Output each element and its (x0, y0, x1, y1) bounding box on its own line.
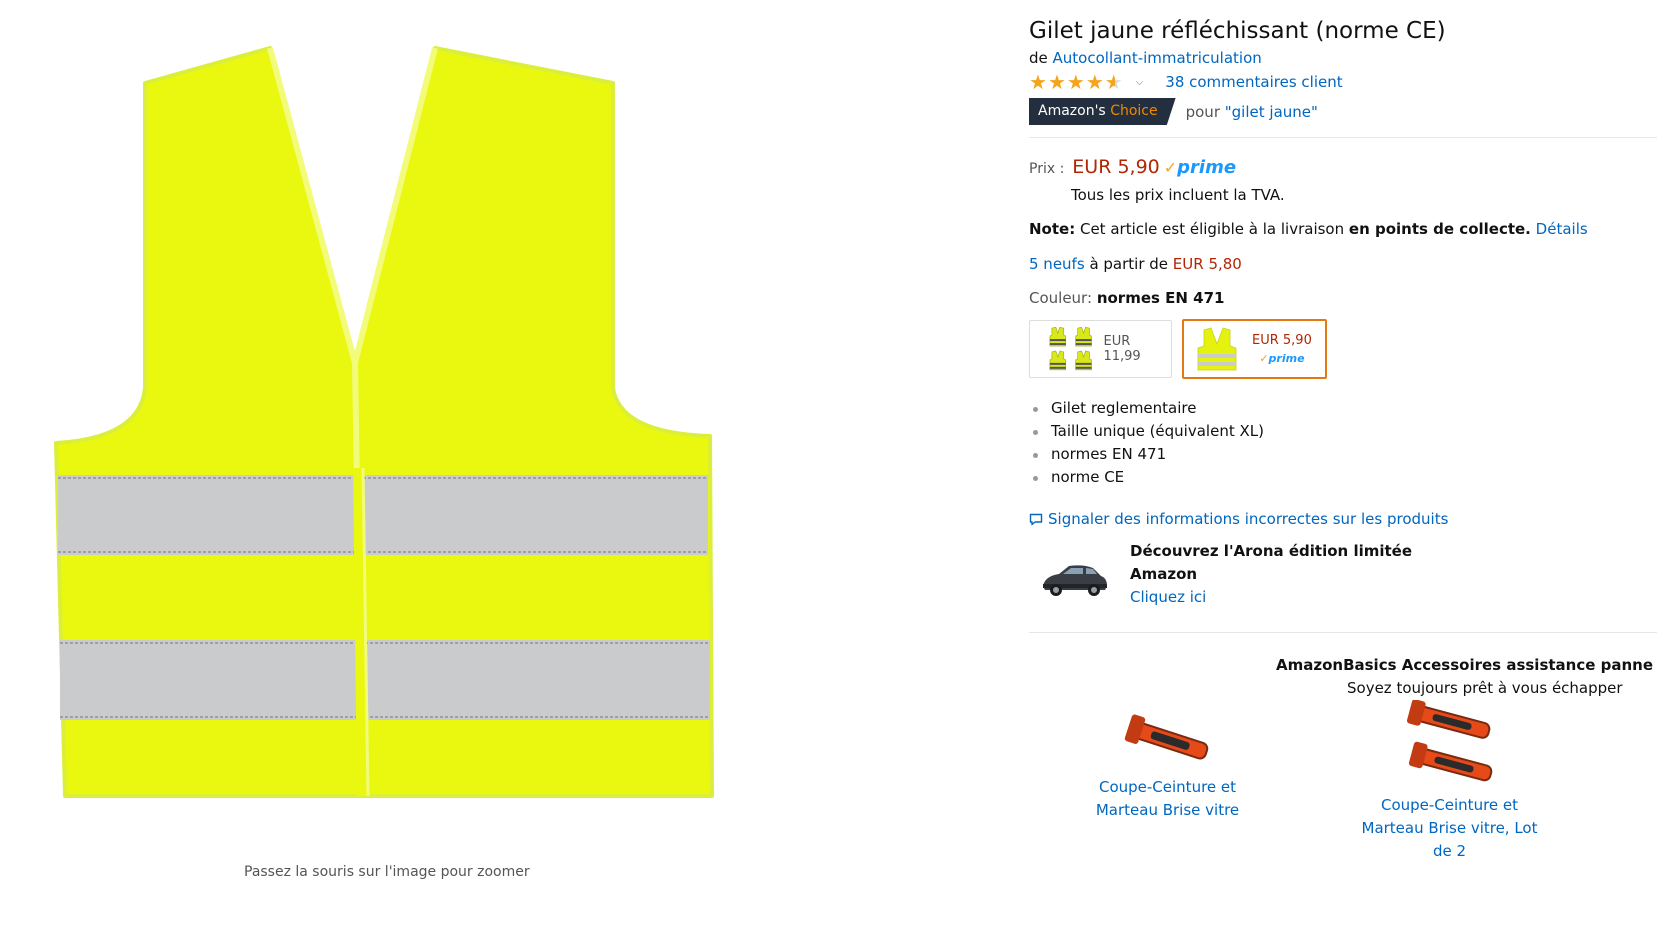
report-incorrect-info-link[interactable]: Signaler des informations incorrectes su… (1048, 510, 1448, 528)
zoom-hint: Passez la souris sur l'image pour zoomer (244, 864, 530, 880)
promo-link-line[interactable]: de 2 (1433, 842, 1466, 860)
star-icon: ★ (1066, 70, 1085, 94)
offers-line: 5 neufs à partir de EUR 5,80 (1029, 255, 1242, 273)
note-text: Cet article est éligible à la livraison (1079, 220, 1345, 238)
report-link-row[interactable]: Signaler des informations incorrectes su… (1029, 510, 1448, 528)
note-bold: en points de collecte. (1348, 220, 1531, 238)
price-value: EUR 5,90 (1072, 156, 1160, 178)
star-icon: ★ (1085, 70, 1104, 94)
choice-for-text: pour "gilet jaune" (1186, 103, 1318, 121)
swatch-price: EUR 11,99 (1103, 334, 1141, 364)
prime-check-icon: ✓ (1259, 352, 1269, 365)
promo-link-line[interactable]: Coupe-Ceinture et (1099, 778, 1236, 796)
swatch-price-block: EUR 5,90 ✓prime (1252, 333, 1312, 365)
swatch-prime-logo: ✓prime (1259, 352, 1304, 365)
divider (1029, 137, 1657, 138)
vest-pack-thumbnail (1049, 326, 1092, 371)
prime-logo[interactable]: prime (1177, 157, 1236, 178)
divider (1029, 632, 1657, 633)
tax-note: Tous les prix incluent la TVA. (1071, 186, 1285, 204)
promo-subtitle: Soyez toujours prêt à vous échapper (1347, 679, 1623, 697)
promo-title: AmazonBasics Accessoires assistance pann… (1276, 656, 1657, 674)
chevron-down-icon[interactable]: ⌵ (1136, 77, 1144, 88)
product-title: Gilet jaune réfléchissant (norme CE) (1029, 18, 1446, 44)
ad-sponsor: Amazon (1130, 565, 1198, 583)
rating-row: ★ ★ ★ ★ ★ ⌵ 38 commentaires client (1029, 72, 1343, 92)
price-row: Prix : EUR 5,90 ✓ prime (1029, 156, 1236, 178)
variation-row: Couleur: normes EN 471 (1029, 289, 1224, 307)
brand-line: de Autocollant-immatriculation (1029, 49, 1262, 67)
star-rating[interactable]: ★ ★ ★ ★ ★ (1029, 72, 1124, 92)
details-link[interactable]: Détails (1536, 220, 1588, 238)
car-thumbnail (1043, 565, 1107, 596)
feature-bullet: Gilet reglementaire (1029, 397, 1264, 420)
promo-link-line[interactable]: Marteau Brise vitre, Lot (1362, 819, 1538, 837)
promo-link-line[interactable]: Coupe-Ceinture et (1381, 796, 1518, 814)
amazons-choice-badge: Amazon's Choice (1029, 98, 1176, 125)
comment-icon (1029, 513, 1043, 525)
brand-prefix: de (1029, 49, 1048, 67)
delivery-note: Note: Cet article est éligible à la livr… (1029, 220, 1588, 238)
promo-product-card[interactable]: Coupe-Ceinture et Marteau Brise vitre, L… (1352, 700, 1547, 863)
feature-bullet: Taille unique (équivalent XL) (1029, 420, 1264, 443)
ad-title: Découvrez l'Arona édition limitée (1130, 542, 1413, 560)
emergency-hammer-image (1124, 714, 1208, 760)
swatch-prime-word: prime (1268, 352, 1305, 365)
promo-product-card[interactable]: Coupe-Ceinture et Marteau Brise vitre (1080, 712, 1255, 822)
badge-main-text: Amazon's (1038, 103, 1106, 119)
note-label: Note: (1029, 220, 1076, 238)
swatch-price: EUR 5,90 (1252, 333, 1312, 348)
price-label: Prix : (1029, 161, 1065, 177)
brand-link[interactable]: Autocollant-immatriculation (1053, 49, 1262, 67)
choice-term-link[interactable]: "gilet jaune" (1225, 103, 1318, 121)
product-image-area: Passez la souris sur l'image pour zoomer (0, 0, 830, 932)
variation-value: normes EN 471 (1096, 289, 1225, 307)
variation-swatch[interactable]: EUR 11,99 (1029, 320, 1172, 378)
feature-bullet: norme CE (1029, 466, 1264, 489)
offers-price: EUR 5,80 (1172, 255, 1242, 273)
star-icon: ★ (1029, 70, 1047, 94)
reviews-link[interactable]: 38 commentaires client (1165, 73, 1342, 91)
new-offers-link[interactable]: 5 neufs (1029, 255, 1085, 273)
choice-for-prefix: pour (1185, 102, 1220, 121)
promo-link-line[interactable]: Marteau Brise vitre (1096, 801, 1239, 819)
product-image-vest[interactable] (50, 38, 720, 808)
badge-accent-text: Choice (1110, 103, 1158, 119)
feature-bullets: Gilet reglementaire Taille unique (équiv… (1029, 397, 1264, 489)
prime-check-icon: ✓ (1163, 158, 1178, 177)
star-half-icon: ★ (1104, 70, 1123, 94)
feature-bullet: normes EN 471 (1029, 443, 1264, 466)
offers-text: à partir de (1089, 255, 1169, 273)
ad-cta-link[interactable]: Cliquez ici (1130, 588, 1206, 606)
variation-swatch-selected[interactable]: EUR 5,90 ✓prime (1182, 319, 1327, 379)
variation-label: Couleur: (1029, 289, 1093, 307)
amazons-choice-row: Amazon's Choice pour "gilet jaune" (1029, 98, 1318, 125)
star-icon: ★ (1047, 70, 1066, 94)
sponsored-ad[interactable]: Découvrez l'Arona édition limitée Amazon… (1029, 540, 1449, 610)
vest-thumbnail (1197, 327, 1237, 371)
emergency-hammer-pair-image (1406, 700, 1492, 782)
